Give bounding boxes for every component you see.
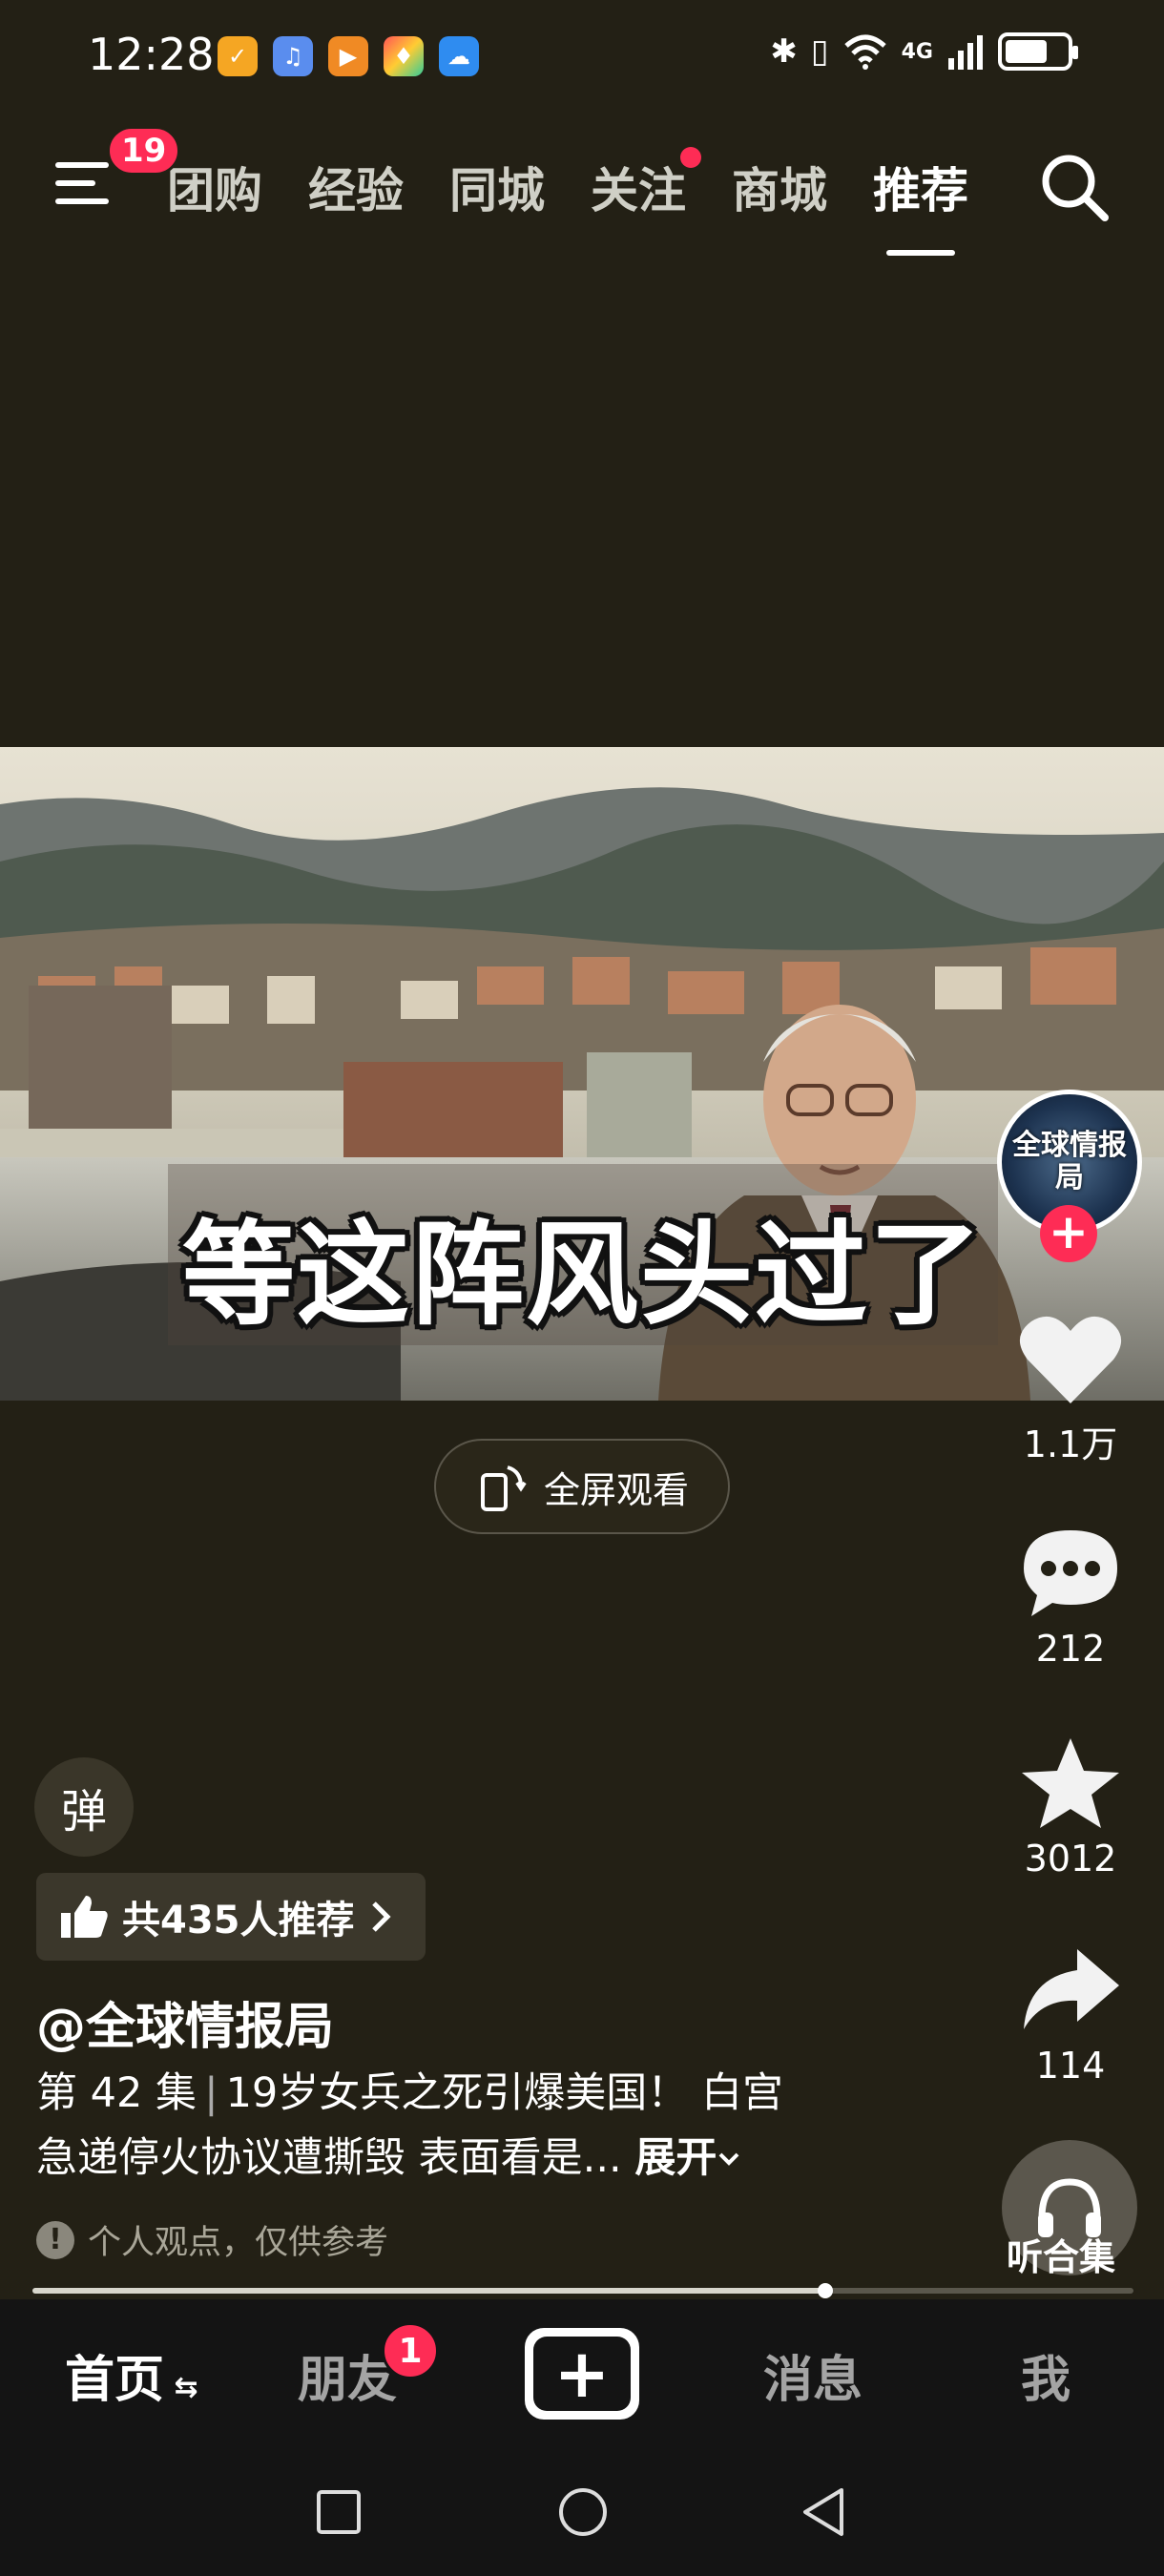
back-icon[interactable] <box>800 2486 847 2538</box>
like-count: 1.1万 <box>1023 1423 1118 1465</box>
heart-icon <box>1019 1316 1122 1403</box>
tab-label: 商城 <box>732 163 827 218</box>
tab-mall[interactable]: 商城 <box>732 153 827 221</box>
tab-messages-label: 消息 <box>763 2352 863 2409</box>
plus-icon: + <box>533 2337 631 2411</box>
expand-button[interactable]: 展开 <box>634 2134 741 2182</box>
share-icon <box>1024 1949 1119 2029</box>
status-time: 12:28 <box>88 29 215 80</box>
comment-icon <box>1024 1530 1117 1616</box>
like-button[interactable]: 1.1万 <box>1004 1312 1137 1467</box>
recommend-pill[interactable]: 共435人推荐 <box>36 1873 426 1961</box>
weather-icon: ☁ <box>439 36 479 76</box>
top-tabs: 团购 经验 同城 关注 商城 推荐 <box>167 147 968 256</box>
danmu-label: 弹 <box>60 1785 107 1839</box>
tab-messages[interactable]: 消息 <box>763 2339 863 2411</box>
progress-fill <box>32 2288 825 2294</box>
menu-button[interactable] <box>53 155 114 212</box>
home-icon[interactable] <box>557 2486 609 2538</box>
rotate-phone-icon <box>480 1465 527 1511</box>
favorite-count: 3012 <box>1024 1838 1117 1880</box>
search-icon[interactable] <box>1038 151 1111 223</box>
fullscreen-label: 全屏观看 <box>543 1468 689 1511</box>
comment-count: 212 <box>1035 1628 1106 1670</box>
description-line1: 19岁女兵之死引爆美国！ 白宫 <box>225 2069 783 2117</box>
video-progress-bar[interactable] <box>32 2283 1133 2298</box>
danmu-toggle[interactable]: 弹 <box>34 1757 134 1857</box>
episode-label[interactable]: 第 42 集 <box>36 2069 197 2117</box>
app-icon: ♦ <box>384 36 424 76</box>
favorite-button[interactable]: 3012 <box>1004 1735 1137 1880</box>
menu-badge: 19 <box>107 126 181 176</box>
author-name[interactable]: @全球情报局 <box>36 1986 334 2058</box>
progress-knob[interactable] <box>817 2283 833 2298</box>
disclaimer-text: 个人观点，仅供参考 <box>88 2224 389 2262</box>
friends-badge: 1 <box>382 2322 439 2379</box>
expand-label: 展开 <box>634 2134 717 2182</box>
tab-label: 关注 <box>591 163 686 218</box>
tab-friends-label: 朋友 <box>298 2352 398 2409</box>
star-icon <box>1022 1738 1119 1828</box>
system-navigation-bar <box>0 2462 1164 2576</box>
disclaimer: ! 个人观点，仅供参考 <box>36 2215 388 2264</box>
chevron-down-icon <box>718 2152 739 2166</box>
description-line2: 急递停火协议遭撕毁 表面看是... <box>36 2134 622 2182</box>
fullscreen-button[interactable]: 全屏观看 <box>434 1439 730 1534</box>
tab-me[interactable]: 我 <box>1021 2339 1070 2411</box>
meituan-icon: ✓ <box>218 36 258 76</box>
share-count: 114 <box>1035 2045 1106 2087</box>
video-icon: ▶ <box>328 36 368 76</box>
tab-following[interactable]: 关注 <box>591 147 701 221</box>
battery-icon <box>998 32 1078 71</box>
switch-arrows-icon: ⇆ <box>164 2371 198 2404</box>
status-bar: 12:28 ✓ ♫ ▶ ♦ ☁ ✱ ▯ 4G <box>0 0 1164 114</box>
video-description[interactable]: 第 42 集 | 19岁女兵之死引爆美国！ 白宫 急递停火协议遭撕毁 表面看是...… <box>36 2061 876 2191</box>
tab-label: 团购 <box>167 163 262 218</box>
tab-home-label: 首页 <box>65 2352 165 2409</box>
thumbs-up-icon <box>61 1896 108 1938</box>
network-label: 4G <box>901 39 933 64</box>
tab-local[interactable]: 同城 <box>449 153 545 221</box>
music-icon: ♫ <box>273 36 313 76</box>
comment-button[interactable]: 212 <box>1004 1525 1137 1670</box>
vibrate-icon: ▯ <box>810 32 829 71</box>
tab-me-label: 我 <box>1021 2352 1071 2409</box>
tab-label: 经验 <box>308 163 404 218</box>
listen-collection-label: 听合集 <box>1007 2236 1116 2278</box>
tab-experience[interactable]: 经验 <box>308 153 404 221</box>
status-indicators: ✱ ▯ 4G <box>770 32 1078 71</box>
notification-dot <box>680 147 701 168</box>
battery-level <box>1006 40 1048 63</box>
share-button[interactable]: 114 <box>1004 1942 1137 2087</box>
bluetooth-icon: ✱ <box>770 32 798 71</box>
tab-label: 推荐 <box>873 163 968 218</box>
follow-button[interactable]: + <box>1040 1205 1097 1262</box>
create-button[interactable]: + <box>525 2328 639 2420</box>
video-subtitle: 等这阵风头过了 <box>181 1209 984 1340</box>
tab-home[interactable]: 首页 ⇆ <box>65 2339 198 2411</box>
tab-recommend[interactable]: 推荐 <box>873 153 968 256</box>
avatar-text: 全球情报局 <box>1012 1129 1127 1195</box>
recents-icon[interactable] <box>315 2488 363 2536</box>
wifi-icon <box>843 34 886 70</box>
chevron-right-icon <box>371 1901 391 1932</box>
signal-icon <box>948 35 983 70</box>
status-app-icons: ✓ ♫ ▶ ♦ ☁ <box>218 36 479 76</box>
recommend-count: 共435人推荐 <box>122 1899 355 1942</box>
tab-group-buy[interactable]: 团购 <box>167 153 262 221</box>
tab-label: 同城 <box>449 163 545 218</box>
warning-icon: ! <box>36 2220 74 2259</box>
